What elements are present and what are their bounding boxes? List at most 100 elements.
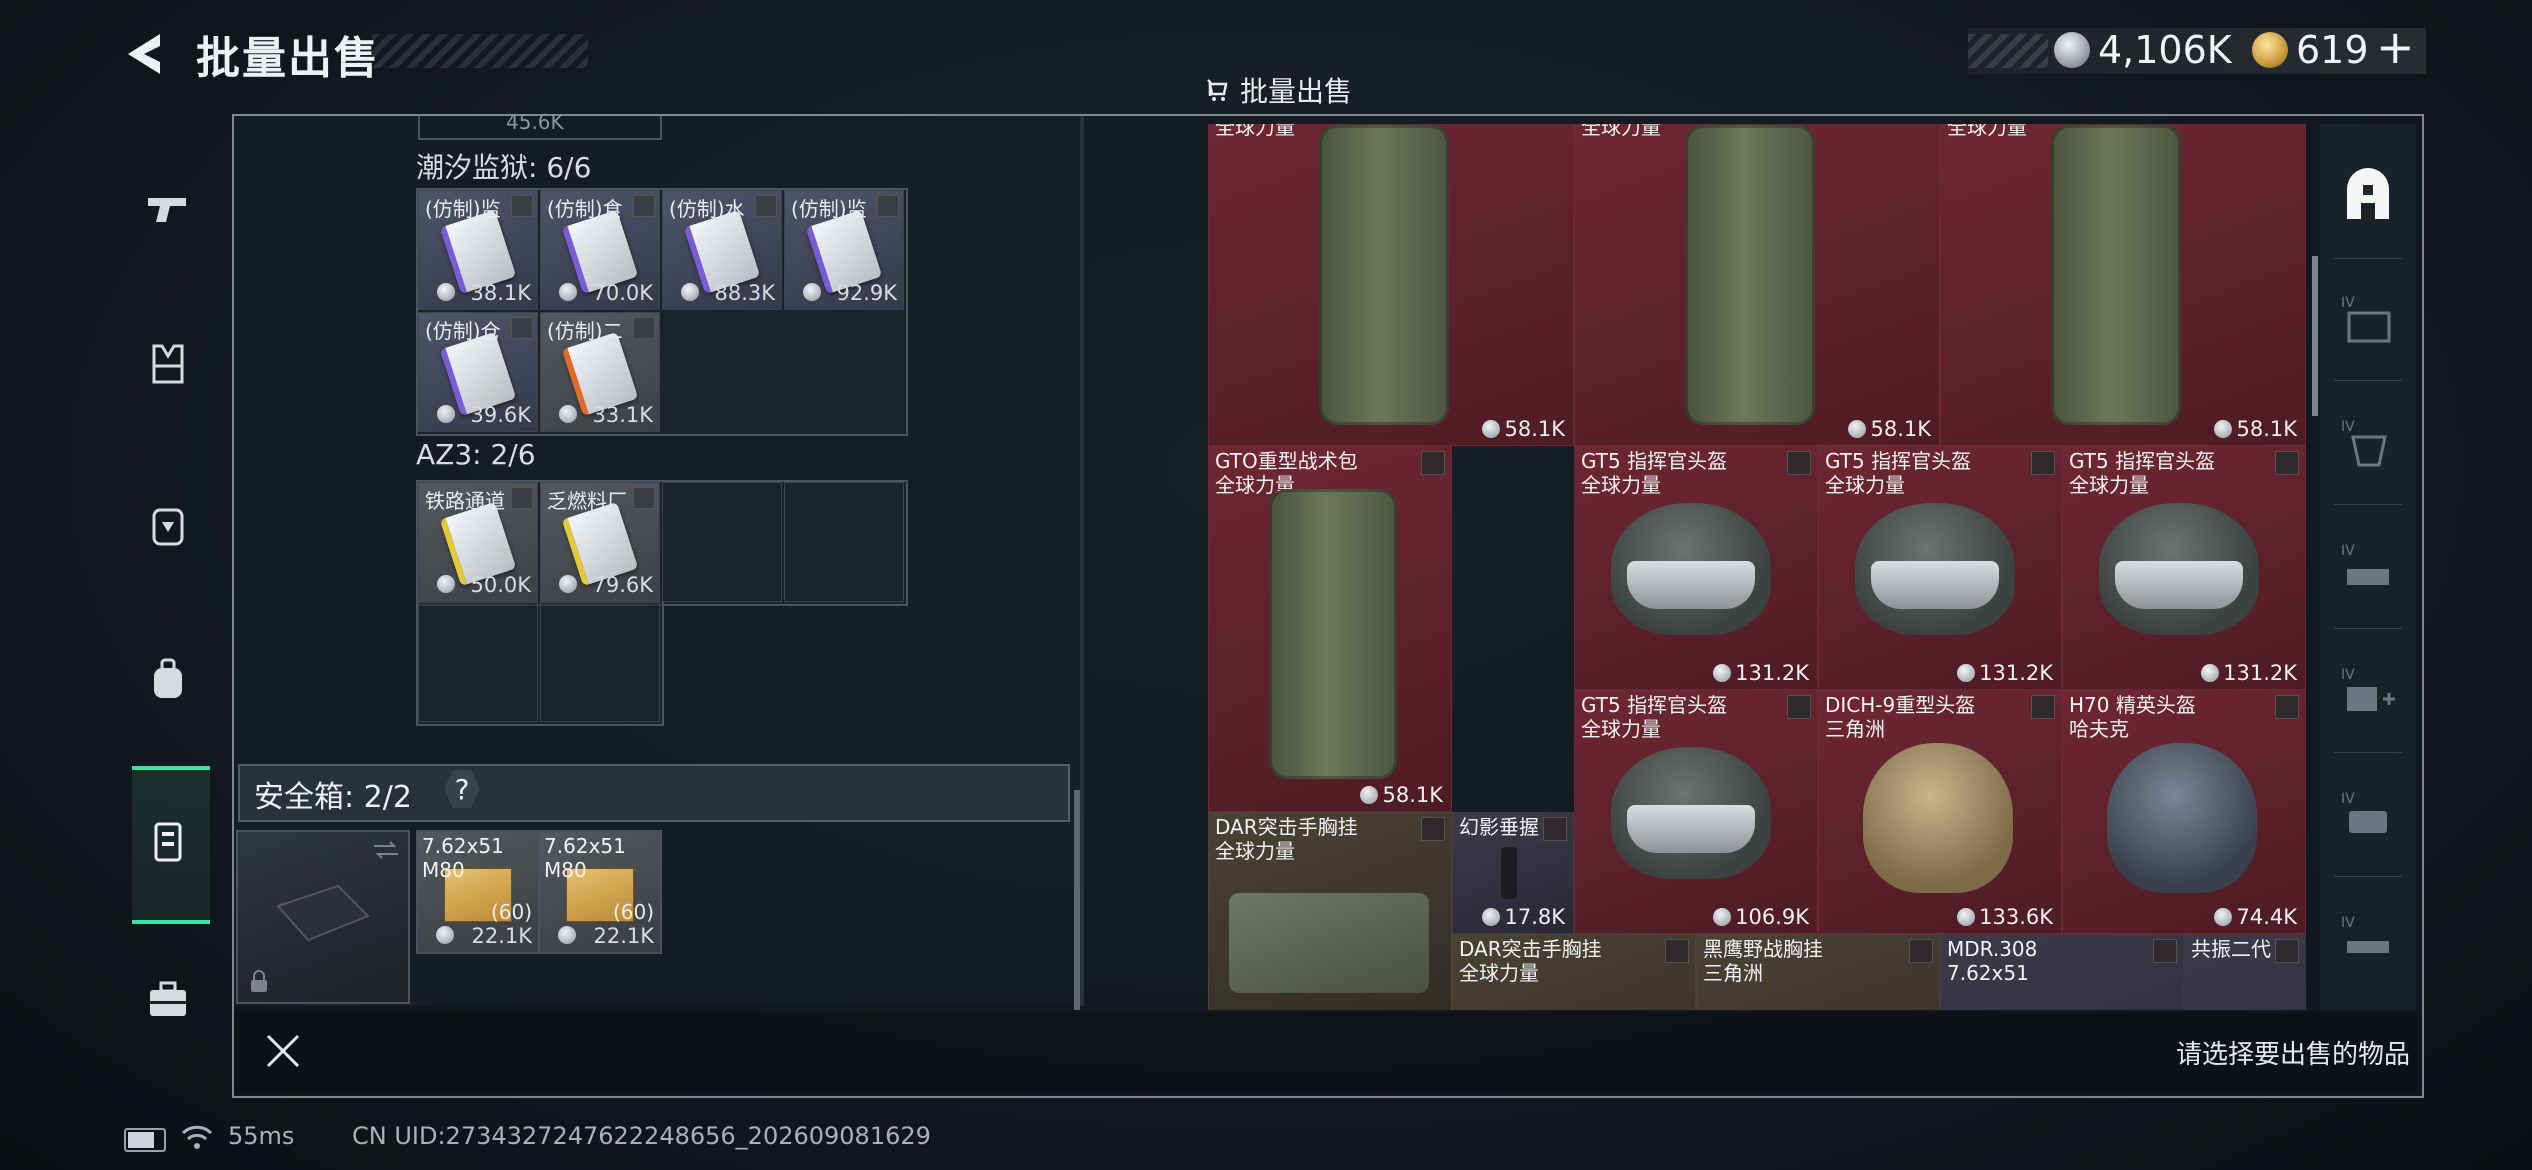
filter-tab-all[interactable] bbox=[2322, 148, 2414, 244]
item-checkbox[interactable] bbox=[1543, 817, 1567, 841]
close-icon[interactable] bbox=[260, 1028, 306, 1074]
sell-item-card[interactable]: 全球力量 58.1K bbox=[1574, 124, 1940, 446]
item-checkbox[interactable] bbox=[2153, 939, 2177, 963]
item-price: 70.0K bbox=[592, 281, 653, 305]
stash-item-card[interactable]: (仿制)监 92.9K bbox=[784, 190, 904, 310]
silver-coin-icon bbox=[559, 283, 577, 301]
section-label-prison: 潮汐监狱: 6/6 bbox=[416, 151, 592, 184]
backpack-icon bbox=[1269, 489, 1397, 779]
backpack-icon bbox=[2051, 125, 2181, 425]
sell-item-card[interactable]: DAR突击手胸挂 全球力量 bbox=[1208, 812, 1452, 1010]
item-checkbox[interactable] bbox=[1421, 451, 1445, 475]
stash-scrollbar[interactable] bbox=[1074, 790, 1080, 1010]
sell-grid-scrollbar[interactable] bbox=[2312, 256, 2318, 416]
item-price: 22.1K bbox=[593, 924, 654, 948]
item-checkbox[interactable] bbox=[633, 487, 655, 509]
filter-tab-2[interactable]: IV bbox=[2322, 396, 2414, 492]
sell-item-card[interactable]: DAR突击手胸挂 全球力量 bbox=[1452, 934, 1696, 1010]
stash-item-card[interactable]: (仿制)仓 39.6K bbox=[418, 312, 538, 432]
item-checkbox[interactable] bbox=[1909, 939, 1933, 963]
item-price: 133.6K bbox=[1957, 905, 2053, 929]
wifi-icon bbox=[181, 1125, 213, 1149]
filter-tab-1[interactable]: IV bbox=[2322, 272, 2414, 368]
svg-text:IV: IV bbox=[2341, 419, 2355, 435]
sell-item-card[interactable]: GTO重型战术包 全球力量 58.1K bbox=[1208, 446, 1452, 812]
item-checkbox[interactable] bbox=[633, 317, 655, 339]
sell-item-card[interactable]: DICH-9重型头盔 三角洲 133.6K bbox=[1818, 690, 2062, 934]
item-checkbox[interactable] bbox=[2031, 451, 2055, 475]
sell-item-card[interactable]: 黑鹰野战胸挂 三角洲 bbox=[1696, 934, 1940, 1010]
nav-safe-box[interactable] bbox=[126, 800, 210, 884]
sell-item-card[interactable]: 全球力量 58.1K bbox=[1940, 124, 2306, 446]
item-price: 131.2K bbox=[1957, 661, 2053, 685]
section-grid-prison: (仿制)监 38.1K (仿制)食 70.0K (仿制)水 88.3K (仿制)… bbox=[416, 188, 908, 436]
item-checkbox[interactable] bbox=[511, 487, 533, 509]
stash-item-card[interactable]: 乏燃料厂 79.6K bbox=[540, 482, 660, 602]
electronics-icon: IV bbox=[2341, 791, 2387, 833]
safe-case-icon bbox=[276, 884, 370, 942]
filter-tab-4[interactable]: IV bbox=[2322, 644, 2414, 740]
item-price: 58.1K bbox=[2214, 417, 2297, 441]
item-checkbox[interactable] bbox=[1421, 817, 1445, 841]
svg-text:IV: IV bbox=[2341, 791, 2355, 807]
item-checkbox[interactable] bbox=[1787, 451, 1811, 475]
currency-decoration bbox=[1968, 34, 2048, 68]
sell-item-card[interactable]: H70 精英头盔 哈夫克 74.4K bbox=[2062, 690, 2306, 934]
item-price: 33.1K bbox=[592, 403, 653, 427]
nav-armor[interactable] bbox=[126, 322, 210, 406]
add-currency-button[interactable]: + bbox=[2376, 20, 2415, 74]
nav-toolbox[interactable] bbox=[126, 958, 210, 1042]
filter-tab-3[interactable]: IV bbox=[2322, 520, 2414, 616]
item-sub: 全球力量 bbox=[1215, 124, 1295, 139]
item-price: 22.1K bbox=[471, 924, 532, 948]
item-checkbox[interactable] bbox=[511, 195, 533, 217]
ammo-item-card[interactable]: 7.62x51 M80 (60) 22.1K bbox=[416, 830, 540, 954]
sell-item-card[interactable]: GT5 指挥官头盔 全球力量 131.2K bbox=[2062, 446, 2306, 690]
nav-weapons[interactable] bbox=[126, 166, 210, 250]
safe-box-slot[interactable] bbox=[236, 830, 410, 1004]
chest-rig-icon bbox=[152, 508, 184, 546]
stash-item-card[interactable]: (仿制)二 33.1K bbox=[540, 312, 660, 432]
item-checkbox[interactable] bbox=[755, 195, 777, 217]
item-checkbox[interactable] bbox=[511, 317, 533, 339]
item-name: (仿制)监 bbox=[791, 197, 867, 221]
item-checkbox[interactable] bbox=[633, 195, 655, 217]
nav-backpack[interactable] bbox=[126, 638, 210, 722]
item-price: 74.4K bbox=[2214, 905, 2297, 929]
safe-box-icon bbox=[154, 822, 182, 862]
stash-item-card[interactable]: (仿制)食 70.0K bbox=[540, 190, 660, 310]
filter-tab-5[interactable]: IV bbox=[2322, 768, 2414, 864]
sell-item-card[interactable]: 幻影垂握 17.8K bbox=[1452, 812, 1574, 934]
visor-icon bbox=[1871, 561, 1999, 609]
item-checkbox[interactable] bbox=[2275, 451, 2299, 475]
stash-item-card[interactable]: 铁路通道 50.0K bbox=[418, 482, 538, 602]
sell-item-card[interactable]: 全球力量 58.1K bbox=[1208, 124, 1574, 446]
sell-item-card[interactable]: GT5 指挥官头盔 全球力量 131.2K bbox=[1574, 446, 1818, 690]
vest-icon bbox=[152, 344, 184, 384]
ammo-item-card[interactable]: 7.62x51 M80 (60) 22.1K bbox=[538, 830, 662, 954]
item-checkbox[interactable] bbox=[2031, 695, 2055, 719]
sell-grid[interactable]: 全球力量 58.1K 全球力量 58.1K 全球力量 58.1K GTO重型战术… bbox=[1208, 124, 2306, 1010]
medkit-icon: IV bbox=[2341, 667, 2395, 711]
svg-text:IV: IV bbox=[2341, 543, 2355, 559]
sell-item-card[interactable]: 共振二代 bbox=[2184, 934, 2306, 1010]
item-checkbox[interactable] bbox=[877, 195, 899, 217]
section-grid-az3: 铁路通道 50.0K 乏燃料厂 79.6K bbox=[416, 480, 908, 606]
item-name: 幻影垂握 bbox=[1459, 815, 1539, 839]
item-price: 38.1K bbox=[470, 281, 531, 305]
stash-item-card[interactable]: (仿制)水 88.3K bbox=[662, 190, 782, 310]
nav-rig[interactable] bbox=[126, 484, 210, 568]
page-title: 批量出售 bbox=[196, 33, 380, 84]
item-checkbox[interactable] bbox=[2275, 695, 2299, 719]
partial-price: 45.6K bbox=[506, 110, 564, 134]
filter-tab-6[interactable]: IV bbox=[2322, 892, 2414, 988]
sell-item-card[interactable]: GT5 指挥官头盔 全球力量 131.2K bbox=[1818, 446, 2062, 690]
select-hint: 请选择要出售的物品 bbox=[2176, 1040, 2411, 1070]
sell-item-card[interactable]: MDR.308 7.62x51 bbox=[1940, 934, 2184, 1010]
stash-item-card[interactable]: (仿制)监 38.1K bbox=[418, 190, 538, 310]
item-checkbox[interactable] bbox=[1787, 695, 1811, 719]
sell-item-card[interactable]: GT5 指挥官头盔 全球力量 106.9K bbox=[1574, 690, 1818, 934]
item-checkbox[interactable] bbox=[1665, 939, 1689, 963]
back-arrow-icon[interactable] bbox=[120, 28, 172, 80]
item-checkbox[interactable] bbox=[2275, 939, 2299, 963]
